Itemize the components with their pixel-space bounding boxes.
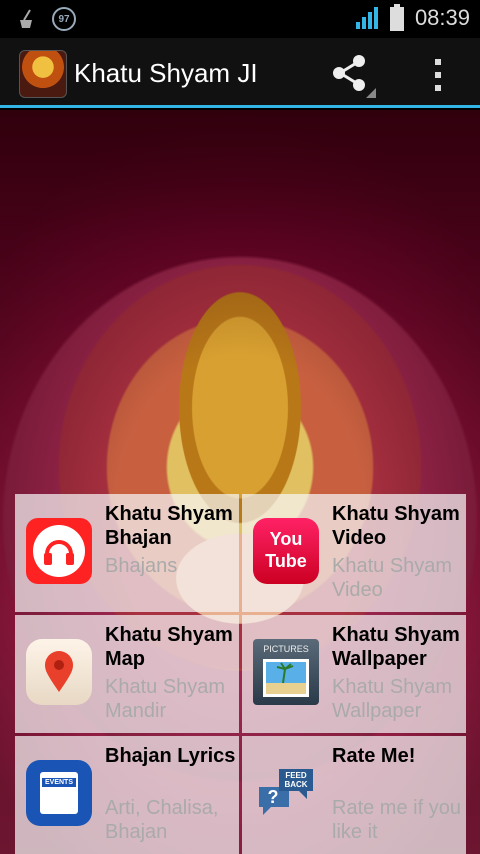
tile-rate[interactable]: ? FEED BACK Rate Me! Rate me if you like… <box>242 736 466 854</box>
tile-subtitle: Rate me if you like it <box>332 797 461 843</box>
youtube-icon-label: You Tube <box>265 529 307 571</box>
app-title: Khatu Shyam JI <box>74 58 258 88</box>
svg-text:BACK: BACK <box>284 780 307 789</box>
cleaner-icon <box>20 9 32 28</box>
feedback-icon: ? FEED BACK <box>253 760 319 826</box>
tile-title: Khatu Shyam Map <box>105 624 233 670</box>
signal-icon <box>355 7 378 29</box>
events-icon-label: EVENTS <box>42 778 76 787</box>
menu-dot <box>435 85 441 91</box>
tile-subtitle: Khatu Shyam Wallpaper <box>332 676 453 722</box>
map-pin-icon <box>26 639 92 705</box>
tile-subtitle: Bhajans <box>105 555 178 577</box>
tile-subtitle: Arti, Chalisa, Bhajan <box>105 797 219 843</box>
overflow-menu-button[interactable] <box>424 52 452 98</box>
overflow-menu-icon <box>435 59 441 65</box>
notification-badge-icon: 97 <box>52 7 76 31</box>
headphones-icon <box>26 518 92 584</box>
clock: 08:39 <box>414 5 470 30</box>
menu-grid: Khatu Shyam Bhajan Bhajans You Tube Khat… <box>15 494 466 854</box>
tile-video[interactable]: You Tube Khatu Shyam Video Khatu Shyam V… <box>242 494 466 612</box>
menu-dot <box>435 72 441 78</box>
events-icon: EVENTS <box>26 760 92 826</box>
tile-wallpaper[interactable]: PICTURES Khatu Shyam Wallpaper Khatu Shy… <box>242 615 466 733</box>
tile-title: Khatu Shyam Bhajan <box>105 503 233 549</box>
tile-lyrics[interactable]: EVENTS Bhajan Lyrics Arti, Chalisa, Bhaj… <box>15 736 239 854</box>
tile-bhajan[interactable]: Khatu Shyam Bhajan Bhajans <box>15 494 239 612</box>
battery-icon <box>389 4 404 31</box>
status-bar: 97 08:39 <box>0 0 480 38</box>
tile-title: Rate Me! <box>332 745 416 767</box>
app-logo-icon[interactable] <box>19 50 67 98</box>
svg-text:PICTURES: PICTURES <box>263 644 309 654</box>
action-bar: Khatu Shyam JI <box>0 38 480 108</box>
svg-text:FEED: FEED <box>285 771 307 780</box>
pictures-icon: PICTURES <box>253 639 319 705</box>
share-icon <box>333 55 376 98</box>
svg-text:?: ? <box>268 787 279 807</box>
tile-title: Khatu Shyam Video <box>332 503 460 549</box>
tile-title: Bhajan Lyrics <box>105 745 236 767</box>
tile-subtitle: Khatu Shyam Video <box>332 555 453 601</box>
tile-map[interactable]: Khatu Shyam Map Khatu Shyam Mandir <box>15 615 239 733</box>
youtube-icon: You Tube <box>253 518 319 584</box>
share-button[interactable] <box>326 52 376 98</box>
tile-title: Khatu Shyam Wallpaper <box>332 624 460 670</box>
tile-subtitle: Khatu Shyam Mandir <box>105 676 226 722</box>
